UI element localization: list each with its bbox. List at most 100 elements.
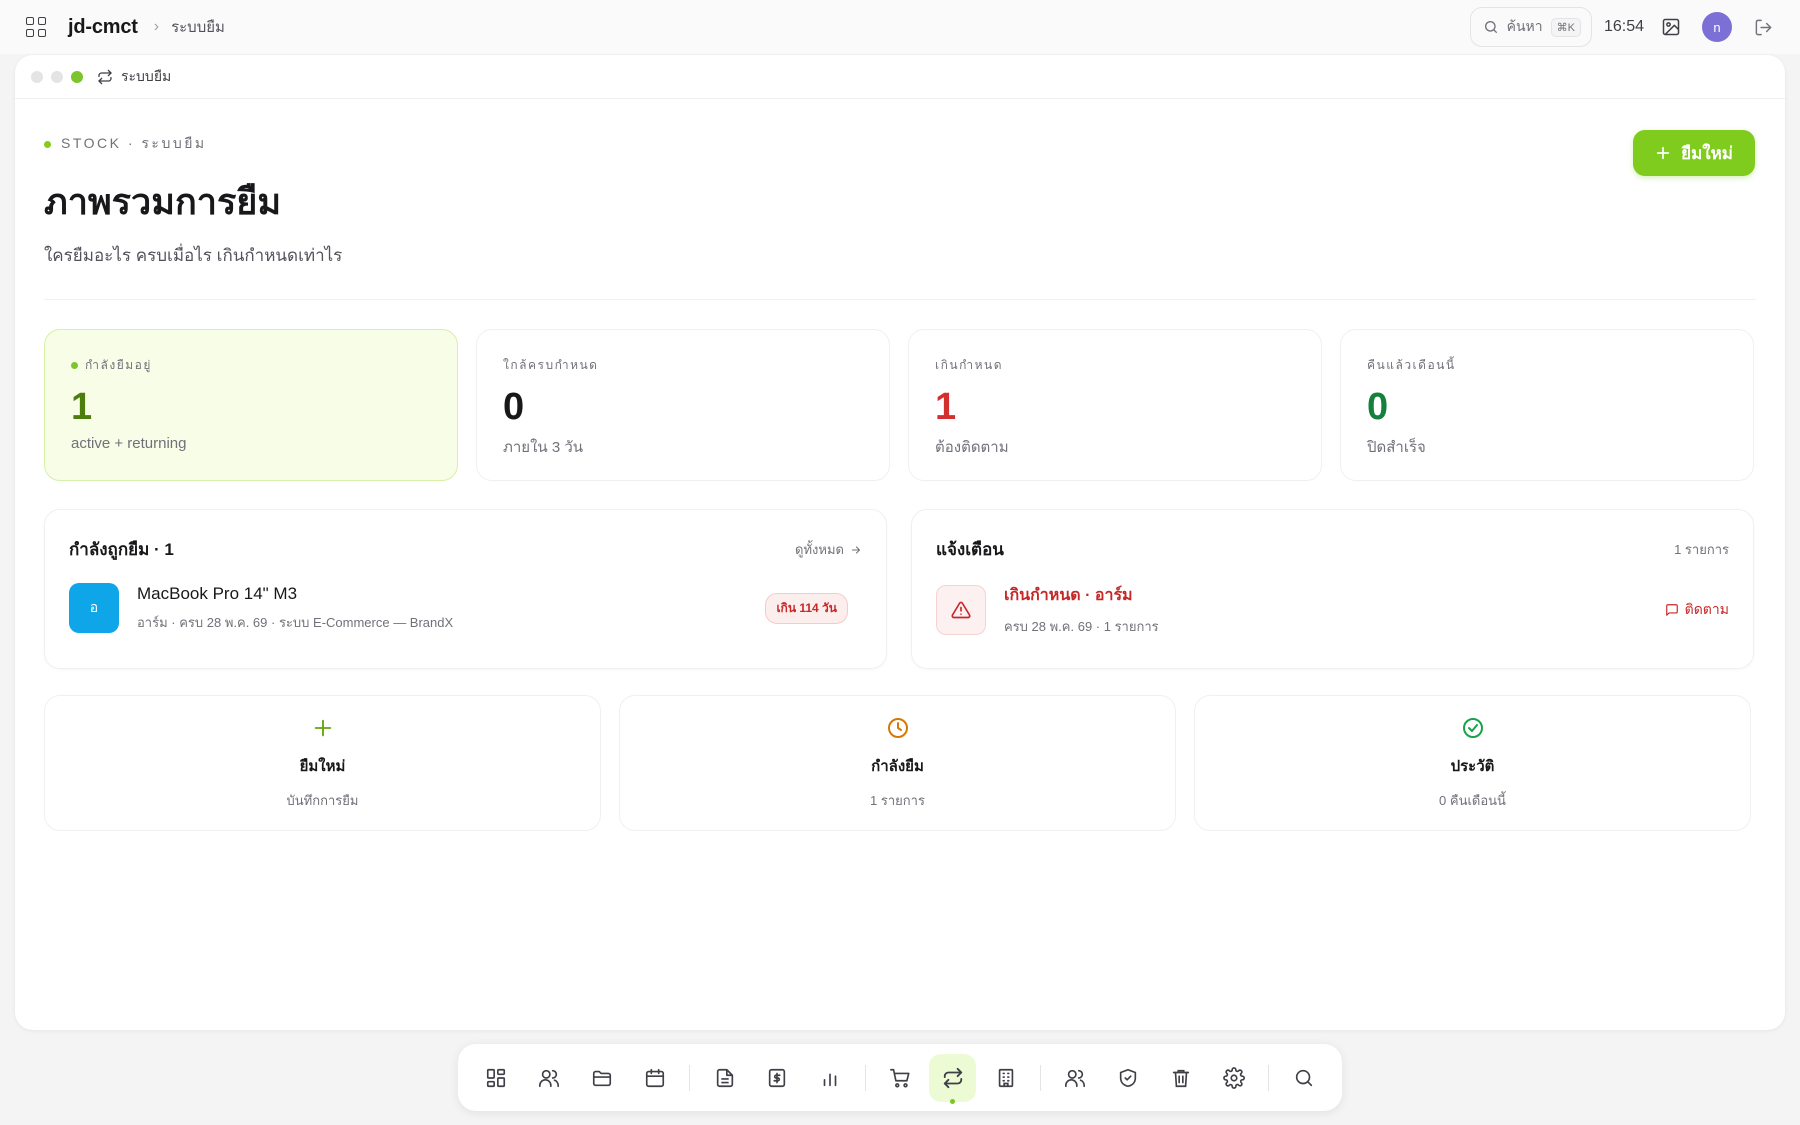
new-borrow-button[interactable]: ยืมใหม่ (1633, 130, 1755, 176)
alert-meta: ครบ 28 พ.ค. 69 · 1 รายการ (1004, 619, 1159, 634)
dock-team[interactable] (1052, 1054, 1099, 1102)
app-window: ระบบยืม STOCK · ระบบยืม ภาพรวมการยืม ใคร… (15, 55, 1785, 1030)
alert-item[interactable]: เกินกำหนด · อาร์ม ครบ 28 พ.ค. 69 · 1 ราย… (936, 583, 1729, 637)
panel-title: กำลังถูกยืม · 1 (69, 540, 174, 559)
calendar-icon (645, 1068, 664, 1087)
view-all-label: ดูทั้งหมด (795, 542, 844, 557)
stat-label: ใกล้ครบกำหนด (503, 358, 599, 372)
status-dot (44, 140, 51, 148)
dock-files[interactable] (579, 1054, 626, 1102)
dock-calendar[interactable] (631, 1054, 678, 1102)
shield-icon (1120, 1068, 1137, 1087)
page-eyebrow: STOCK · ระบบยืม (44, 133, 1756, 155)
folder-icon (592, 1070, 612, 1086)
avatar[interactable]: n (1702, 12, 1732, 42)
window-minimize-dot[interactable] (51, 70, 63, 83)
item-meta: อาร์ม · ครบ 28 พ.ค. 69 · ระบบ E-Commerce… (137, 614, 454, 630)
quick-sub: 1 รายการ (870, 792, 925, 808)
stat-sub: active + returning (71, 434, 187, 452)
dock-users[interactable] (526, 1054, 573, 1102)
dock-finance[interactable] (754, 1054, 801, 1102)
plus-icon (1656, 146, 1670, 160)
transfer-icon (98, 69, 112, 84)
panels-row: กำลังถูกยืม · 1 ดูทั้งหมด อ MacBook Pro … (44, 509, 1756, 669)
message-icon (1665, 604, 1678, 616)
stats-row: กำลังยืมอยู่ 1 active + returning ใกล้คร… (44, 329, 1756, 481)
dock-reports[interactable] (807, 1054, 854, 1102)
dock-search[interactable] (1280, 1054, 1327, 1102)
eyebrow-text: STOCK · ระบบยืม (61, 135, 207, 151)
alert-title: เกินกำหนด · อาร์ม (1004, 587, 1133, 604)
bar-chart-icon (823, 1073, 837, 1086)
dock-settings[interactable] (1210, 1054, 1257, 1102)
active-dot (71, 362, 78, 369)
quick-history[interactable]: ประวัติ 0 คืนเดือนนี้ (1194, 695, 1751, 831)
check-circle-icon (1461, 716, 1485, 740)
window-maximize-dot[interactable] (71, 70, 83, 83)
dock-documents[interactable] (701, 1054, 748, 1102)
alert-count: 1 รายการ (1674, 542, 1729, 557)
team-icon (1065, 1069, 1086, 1087)
header-divider (44, 299, 1756, 300)
dock-dashboard[interactable] (473, 1054, 520, 1102)
image-icon[interactable] (1660, 16, 1682, 38)
alerts-panel: แจ้งเตือน 1 รายการ เกินกำหนด · อาร์ม ครบ… (911, 509, 1754, 669)
stat-card-borrowing[interactable]: กำลังยืมอยู่ 1 active + returning (44, 329, 458, 481)
clock-icon (886, 716, 910, 740)
clock: 16:54 (1603, 18, 1644, 35)
page-subtitle: ใครยืมอะไร ครบเมื่อไร เกินกำหนดเท่าไร (44, 246, 343, 265)
global-search-button[interactable]: ค้นหา ⌘K (1469, 7, 1592, 47)
window-title: ระบบยืม (121, 67, 172, 84)
dock-divider (864, 1064, 866, 1091)
logout-icon[interactable] (1752, 16, 1774, 38)
stat-label: กำลังยืมอยู่ (85, 358, 152, 372)
stat-sub: ปิดสำเร็จ (1367, 438, 1426, 456)
stat-label: เกินกำหนด (935, 358, 1003, 372)
stat-card-due-soon[interactable]: ใกล้ครบกำหนด 0 ภายใน 3 วัน (476, 329, 890, 481)
quick-borrowing[interactable]: กำลังยืม 1 รายการ (619, 695, 1176, 831)
trash-icon (1172, 1069, 1190, 1087)
list-item[interactable]: อ MacBook Pro 14" M3 อาร์ม · ครบ 28 พ.ค.… (69, 583, 862, 633)
dock-organization[interactable] (982, 1054, 1029, 1102)
quick-actions: ยืมใหม่ บันทึกการยืม กำลังยืม 1 รายการ ป… (44, 695, 1756, 831)
document-icon (716, 1068, 733, 1087)
search-label: ค้นหา (1506, 18, 1543, 34)
view-all-link[interactable]: ดูทั้งหมด (795, 539, 862, 560)
grid-icon (487, 1068, 506, 1087)
dock-divider (1268, 1064, 1270, 1091)
settings-icon (1222, 1066, 1245, 1089)
search-icon (1484, 21, 1497, 33)
stat-label: คืนแล้วเดือนนี้ (1367, 358, 1456, 372)
quick-title: กำลังยืม (871, 757, 924, 775)
transfer-icon (943, 1067, 963, 1088)
bottom-dock (458, 1044, 1342, 1111)
building-icon (998, 1068, 1013, 1087)
stat-card-overdue[interactable]: เกินกำหนด 1 ต้องติดตาม (908, 329, 1322, 481)
page-title: ภาพรวมการยืม (44, 181, 282, 222)
stat-card-returned[interactable]: คืนแล้วเดือนนี้ 0 ปิดสำเร็จ (1340, 329, 1754, 481)
dock-borrow-system[interactable] (929, 1053, 977, 1104)
quick-new-borrow[interactable]: ยืมใหม่ บันทึกการยืม (44, 695, 601, 831)
borrower-avatar: อ (69, 583, 119, 633)
search-icon (1295, 1069, 1312, 1086)
breadcrumb-chevron-icon: › (153, 18, 160, 35)
panel-title: แจ้งเตือน (936, 540, 1004, 559)
breadcrumb[interactable]: ระบบยืม (171, 15, 225, 39)
top-bar: jd-cmct › ระบบยืม ค้นหา ⌘K 16:54 n (0, 0, 1800, 54)
plus-icon (312, 716, 334, 740)
search-shortcut-badge: ⌘K (1550, 17, 1581, 37)
stat-value: 0 (1367, 386, 1389, 428)
dock-security[interactable] (1105, 1054, 1152, 1102)
apps-grid-icon[interactable] (26, 17, 46, 37)
dock-divider (1040, 1064, 1042, 1091)
follow-up-label: ติดตาม (1684, 601, 1729, 617)
quick-title: ยืมใหม่ (299, 757, 346, 775)
window-close-dot[interactable] (31, 70, 43, 83)
follow-up-button[interactable]: ติดตาม (1665, 599, 1729, 621)
stat-value: 0 (503, 386, 525, 428)
dock-shop[interactable] (877, 1054, 924, 1102)
brand-name[interactable]: jd-cmct (68, 16, 138, 39)
quick-sub: บันทึกการยืม (286, 792, 359, 808)
stat-sub: ภายใน 3 วัน (503, 438, 584, 456)
dock-trash[interactable] (1158, 1054, 1205, 1102)
